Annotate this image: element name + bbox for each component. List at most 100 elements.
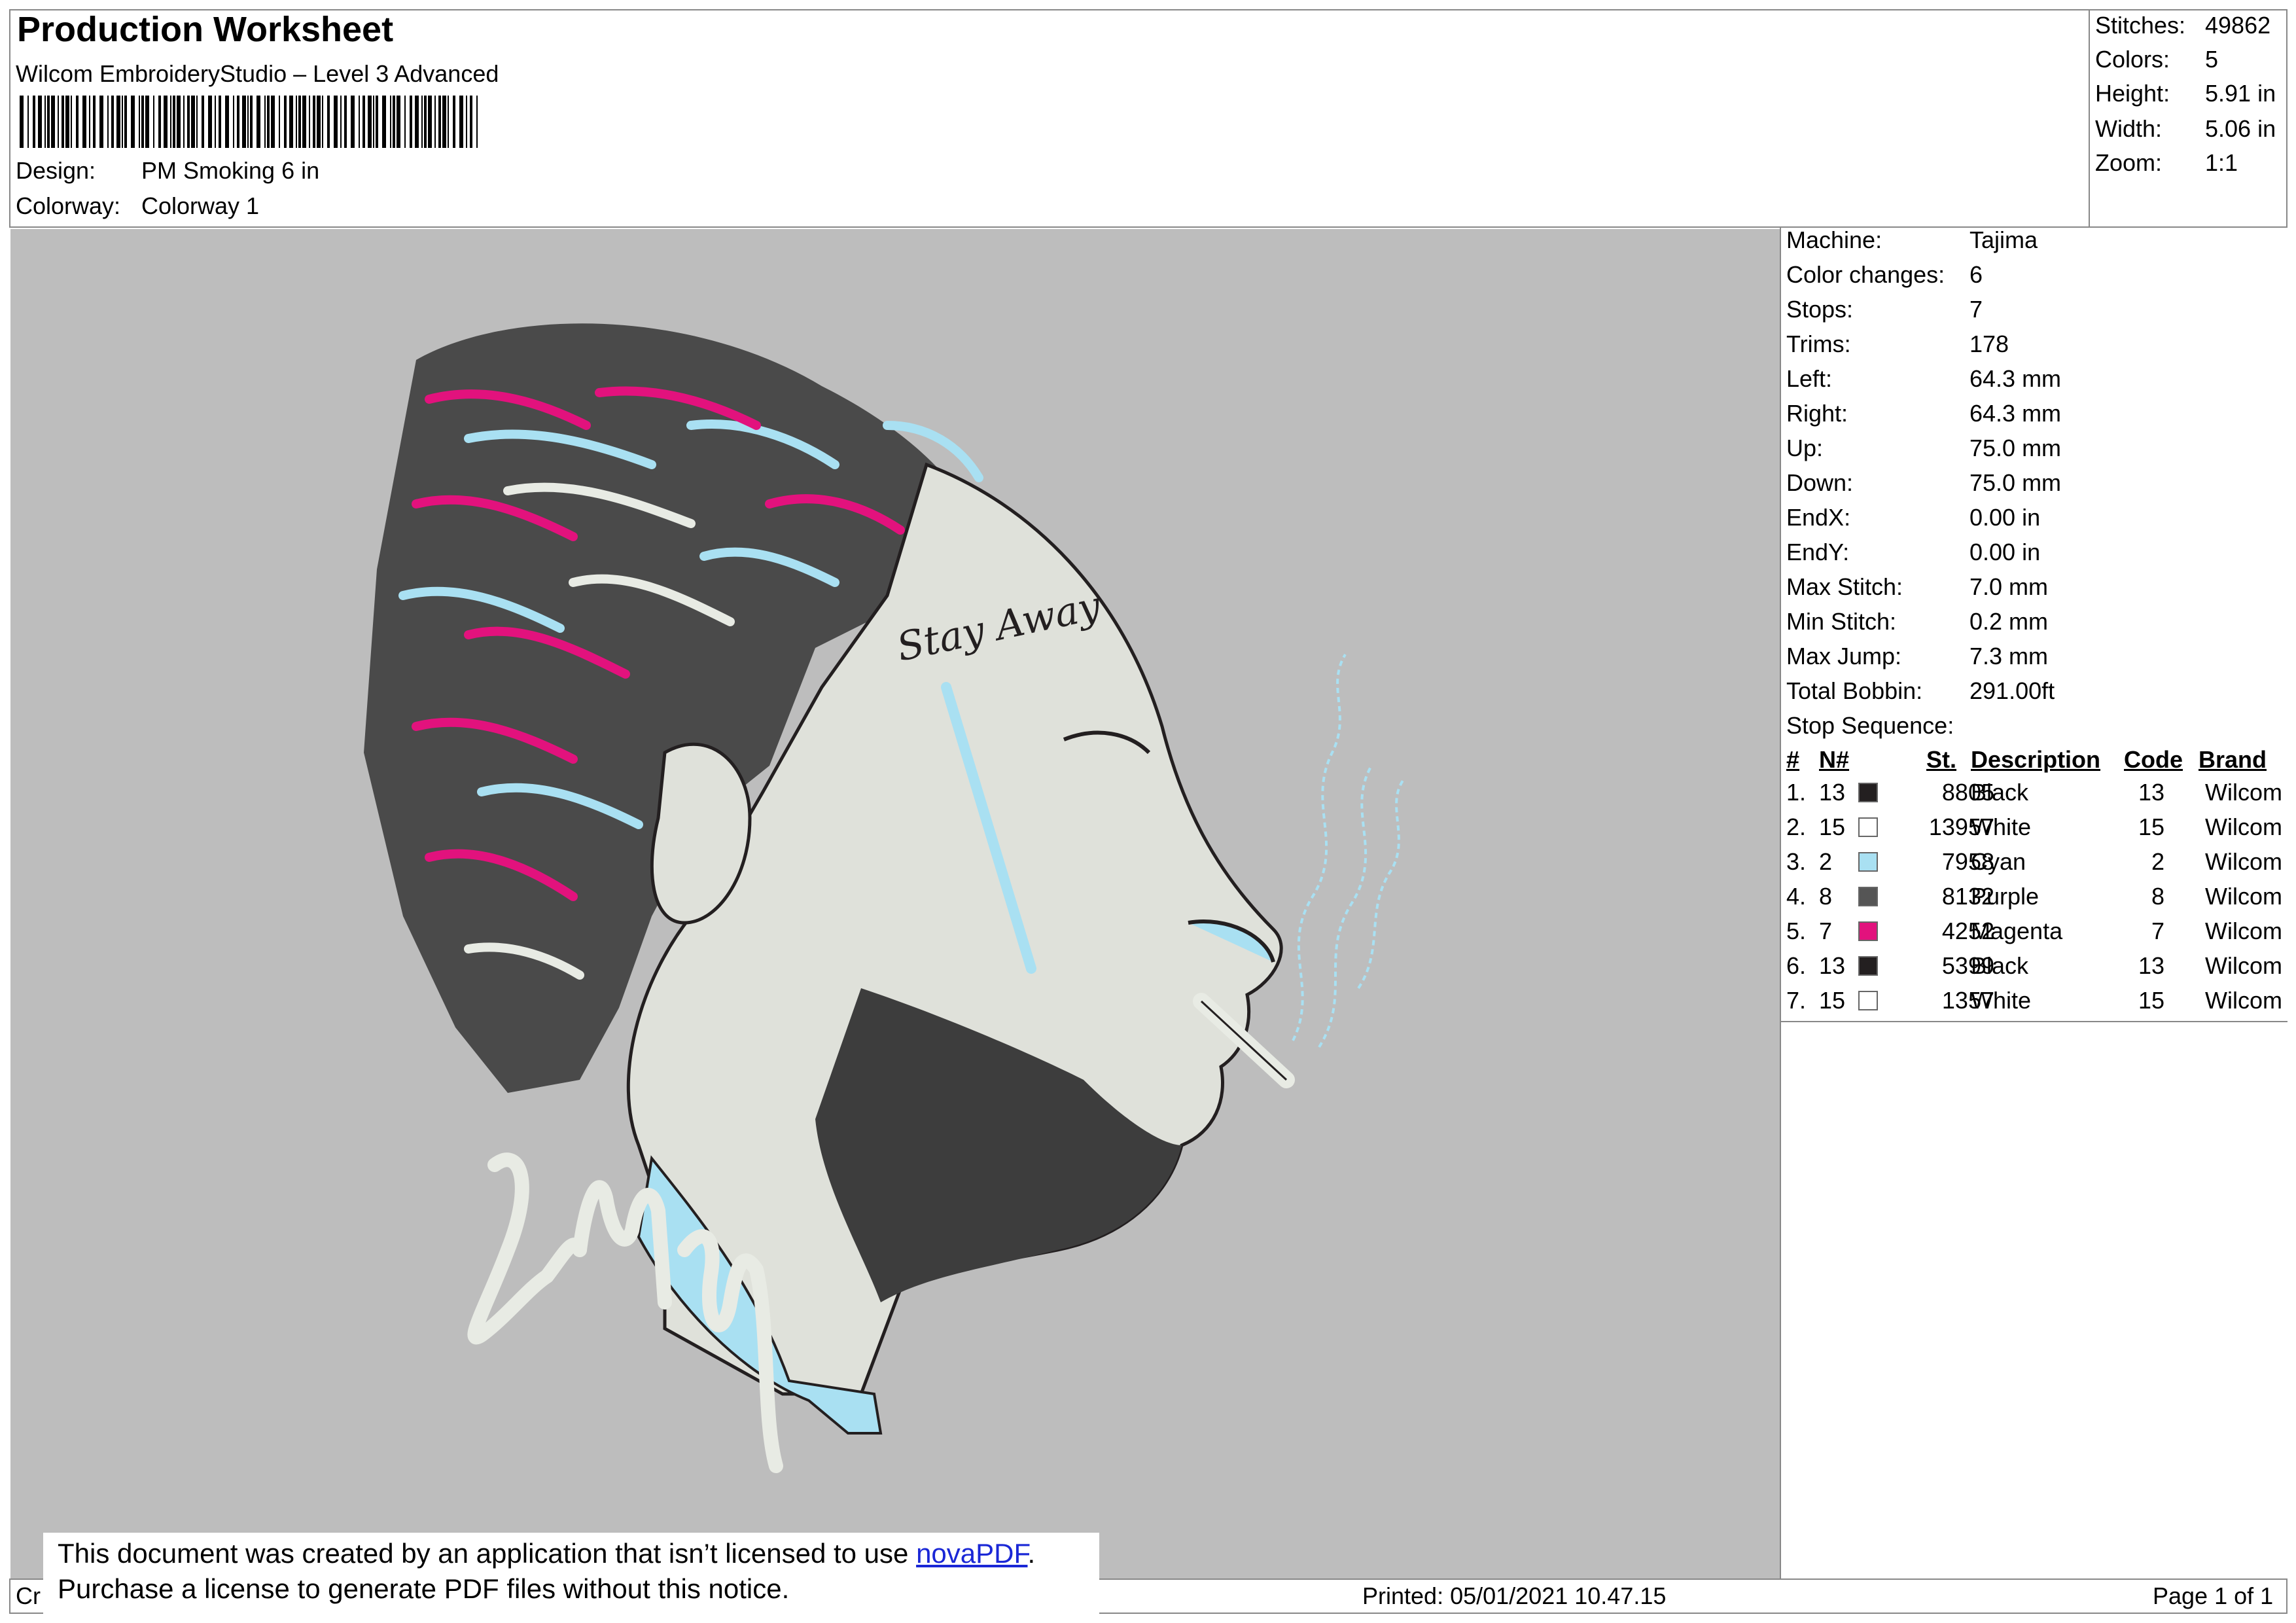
stitches-label: Stitches: <box>2095 12 2186 39</box>
barcode-bar <box>421 96 423 148</box>
barcode-bar <box>453 96 455 148</box>
page-title: Production Worksheet <box>17 10 394 49</box>
barcode-bar <box>448 96 449 148</box>
zoom-label: Zoom: <box>2095 149 2163 176</box>
barcode-bar <box>434 96 436 148</box>
stats-divider <box>2089 9 2090 228</box>
barcode-bar <box>242 96 246 148</box>
barcode-bar <box>362 96 365 148</box>
barcode-bar <box>225 96 229 148</box>
barcode-bar <box>317 96 321 148</box>
barcode-bar <box>107 96 109 148</box>
barcode-bar <box>373 96 374 148</box>
thread-swatch <box>1858 783 1878 802</box>
barcode-bar <box>44 96 46 148</box>
stop-row: 2. 15 13957 White 15 Wilcom <box>1786 813 2282 840</box>
barcode-bar <box>124 96 127 148</box>
barcode-bar <box>170 96 171 148</box>
stop-row: 5. 7 4252 Magenta 7 Wilcom <box>1786 918 2282 944</box>
barcode-bar <box>476 96 478 148</box>
barcode-bar <box>442 96 446 148</box>
barcode-bar <box>173 96 175 148</box>
barcode-bar <box>187 96 190 148</box>
barcode-bar <box>122 96 123 148</box>
barcode-bar <box>82 96 86 148</box>
barcode-bar <box>237 96 239 148</box>
barcode-bar <box>164 96 168 148</box>
colors-value: 5 <box>2205 46 2219 73</box>
stop-sequence-title: Stop Sequence: <box>1786 712 1954 739</box>
barcode-bar <box>340 96 342 148</box>
barcode-bar <box>382 96 386 148</box>
barcode-bar <box>296 96 297 148</box>
barcode-bar <box>470 96 472 148</box>
barcode-bar <box>158 96 161 148</box>
smoke <box>1292 653 1405 1048</box>
barcode-bar <box>71 96 72 148</box>
col-header-stitches: St. <box>1926 746 1957 773</box>
colors-label: Colors: <box>2095 46 2170 73</box>
barcode-bar <box>215 96 216 148</box>
barcode-bar <box>393 96 395 148</box>
barcode-bar <box>302 96 306 148</box>
barcode-bar <box>359 96 360 148</box>
barcode-bar <box>309 96 310 148</box>
barcode-bar <box>33 96 35 148</box>
embroidery-illustration: Stay Away <box>364 323 1405 1473</box>
panel-divider-horizontal <box>1781 1021 2287 1022</box>
novapdf-link[interactable]: novaPDF <box>916 1538 1027 1569</box>
barcode-bar <box>284 96 287 148</box>
barcode-bar <box>65 96 69 148</box>
barcode-bar <box>322 96 323 148</box>
design-value: PM Smoking 6 in <box>141 157 320 184</box>
barcode-bar <box>466 96 467 148</box>
design-label: Design: <box>16 157 96 184</box>
barcode-bar <box>196 96 198 148</box>
license-notice-line2: Purchase a license to generate PDF files… <box>58 1573 790 1604</box>
printed-timestamp: Printed: 05/01/2021 10.47.15 <box>1362 1582 1667 1609</box>
license-notice: This document was created by an applicat… <box>43 1533 1099 1614</box>
colorway-value: Colorway 1 <box>141 192 260 219</box>
thread-swatch <box>1858 991 1878 1010</box>
stop-row: 7. 15 1357 White 15 Wilcom <box>1786 987 2282 1014</box>
barcode-bar <box>58 96 59 148</box>
barcode-bar <box>459 96 463 148</box>
stop-row: 4. 8 8132 Purple 8 Wilcom <box>1786 883 2282 910</box>
barcode-bar <box>289 96 293 148</box>
barcode-bar <box>368 96 372 148</box>
barcode-bar <box>139 96 140 148</box>
barcode-bar <box>38 96 42 148</box>
barcode-bar <box>145 96 149 148</box>
stop-row: 6. 13 5399 Black 13 Wilcom <box>1786 952 2282 979</box>
thread-swatch <box>1858 956 1878 976</box>
barcode-bar <box>256 96 260 148</box>
barcode-bar <box>250 96 253 148</box>
barcode-bar <box>298 96 301 148</box>
barcode-bar <box>233 96 234 148</box>
barcode-bar <box>111 96 114 148</box>
barcode-bar <box>191 96 195 148</box>
barcode-bar <box>177 96 181 148</box>
col-header-brand: Brand <box>2199 746 2267 773</box>
barcode-bar <box>51 96 55 148</box>
barcode-bar <box>47 96 50 148</box>
footer-left-text: Cr <box>16 1582 41 1609</box>
barcode-bar <box>141 96 144 148</box>
barcode-bar <box>247 96 249 148</box>
zoom-value: 1:1 <box>2205 149 2238 176</box>
barcode-bar <box>62 96 64 148</box>
barcode-bar <box>397 96 400 148</box>
stitches-value: 49862 <box>2205 12 2271 39</box>
col-header-needle: N# <box>1819 746 1850 773</box>
barcode-bar <box>219 96 221 148</box>
width-label: Width: <box>2095 115 2163 142</box>
software-name: Wilcom EmbroideryStudio – Level 3 Advanc… <box>16 60 499 87</box>
barcode-bar <box>279 96 280 148</box>
barcode-bar <box>351 96 355 148</box>
barcode <box>20 96 478 148</box>
barcode-bar <box>99 96 103 148</box>
colorway-label: Colorway: <box>16 192 121 219</box>
barcode-bar <box>404 96 406 148</box>
thread-swatch <box>1858 852 1878 872</box>
barcode-bar <box>131 96 135 148</box>
